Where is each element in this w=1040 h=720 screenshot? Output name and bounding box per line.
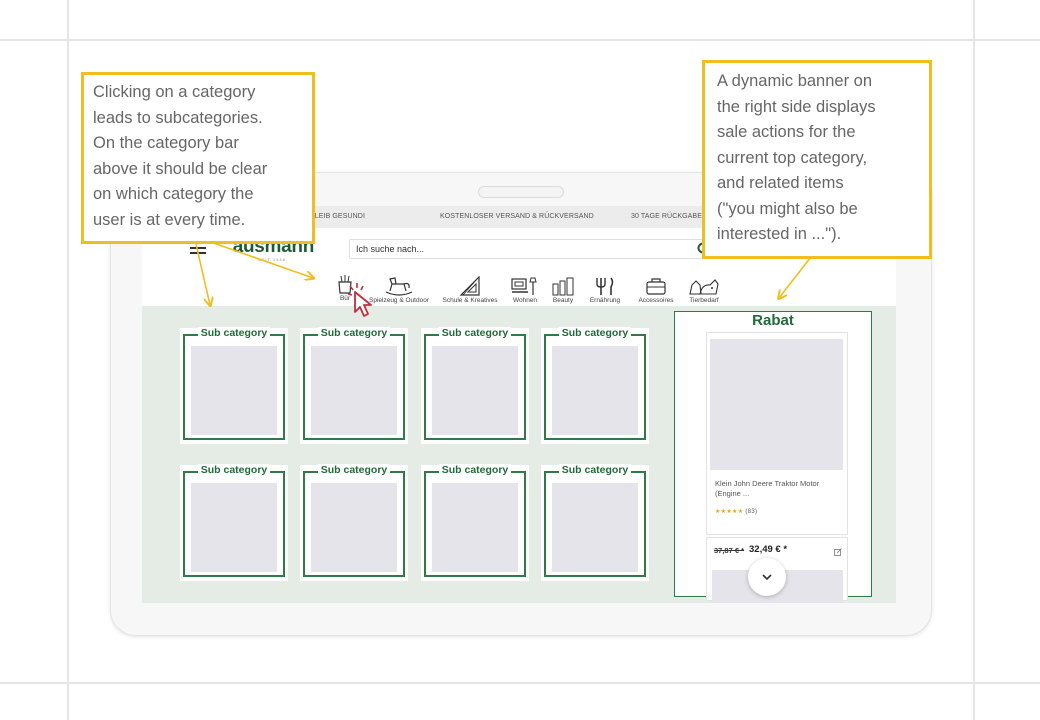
category-wohnen[interactable]: Wohnen <box>508 276 542 304</box>
note-line: On the category bar <box>93 134 239 152</box>
note-line: Clicking on a category <box>93 83 256 101</box>
note-line: leads to subcategories. <box>93 108 263 127</box>
subcategory-image <box>432 483 518 572</box>
fork-knife-icon <box>596 277 614 295</box>
promo-left: BLEIB GESUNDI <box>310 213 365 220</box>
cursor-click-icon <box>347 283 372 317</box>
scroll-down-button[interactable] <box>748 558 786 596</box>
note-line: current top category, <box>717 148 868 167</box>
subcategory-image <box>432 346 518 435</box>
subcategory-title: Sub category <box>438 327 512 339</box>
product-rating: ★★★★★ (83) <box>715 508 757 515</box>
note-line: user is at every time. <box>93 210 246 229</box>
cosmetics-icon <box>552 277 574 296</box>
subcategory-title: Sub category <box>317 464 391 476</box>
category-beauty[interactable]: Beauty <box>550 276 576 304</box>
product-image <box>710 339 843 470</box>
subcategory-title: Sub category <box>558 327 632 339</box>
subcategory-image <box>552 346 638 435</box>
search-box <box>349 239 711 259</box>
note-line: the right side displays <box>717 97 876 116</box>
category-tierbedarf[interactable]: Tierbedarf <box>686 276 722 304</box>
review-count: (83) <box>745 509 758 515</box>
product-name[interactable]: Klein John Deere Traktor Motor (Engine .… <box>715 479 839 498</box>
price-new: 32,49 € * <box>749 544 788 555</box>
rating-stars: ★★★★★ <box>715 509 744 515</box>
note-line: above it should be clear <box>93 159 268 178</box>
category-label: Wohnen <box>512 297 538 304</box>
rabat-title: Rabat <box>752 312 794 329</box>
category-label: Ernährung <box>589 297 621 304</box>
pets-icon <box>689 279 719 295</box>
chevron-down-icon <box>762 574 772 581</box>
subcategory-tile[interactable]: Sub category <box>421 327 529 444</box>
subcategory-image <box>191 483 277 572</box>
promo-right: 30 TAGE RÜCKGABER <box>631 213 708 220</box>
subcategory-title: Sub category <box>197 464 271 476</box>
note-line: A dynamic banner on <box>717 72 873 90</box>
external-link-icon[interactable] <box>834 548 842 556</box>
bag-icon <box>646 278 666 295</box>
search-input[interactable] <box>354 243 678 255</box>
subcategory-tile[interactable]: Sub category <box>180 327 288 444</box>
subcategory-image <box>191 346 277 435</box>
annotation-note-left: Clicking on a category leads to subcateg… <box>81 72 315 244</box>
subcategory-image <box>311 346 397 435</box>
note-line: interested in ..."). <box>717 225 842 243</box>
page-gridline-v1 <box>67 0 69 720</box>
subcategory-image <box>552 483 638 572</box>
furniture-icon <box>511 277 537 295</box>
rocking-horse-icon <box>385 277 413 296</box>
subcategory-tile[interactable]: Sub category <box>180 464 288 581</box>
subcategory-image <box>311 483 397 572</box>
tablet-camera <box>478 186 564 198</box>
promo-middle: KOSTENLOSER VERSAND & RÜCKVERSAND <box>440 213 594 220</box>
note-line: on which category the <box>93 185 254 203</box>
price-old: 37,87 € * <box>714 546 745 555</box>
subcategory-tile[interactable]: Sub category <box>300 464 408 581</box>
page-gridline-h2 <box>0 682 1040 684</box>
category-schule[interactable]: Schule & Kreatives <box>442 276 498 304</box>
category-label: Tierbedarf <box>689 297 719 304</box>
subcategory-tile[interactable]: Sub category <box>541 464 649 581</box>
product-card[interactable]: Klein John Deere Traktor Motor (Engine .… <box>706 332 848 535</box>
note-line: ("you might also be <box>717 199 858 218</box>
category-ernaehrung[interactable]: Ernährung <box>586 276 624 304</box>
subcategory-title: Sub category <box>558 464 632 476</box>
note-line: and related items <box>717 174 844 192</box>
logo-subtitle: SEIT 1946 <box>258 257 286 262</box>
category-label: Accessoires <box>638 297 674 304</box>
tablet-screen: BLEIB GESUNDI KOSTENLOSER VERSAND & RÜCK… <box>142 206 896 603</box>
subcategory-tile[interactable]: Sub category <box>300 327 408 444</box>
subcategory-tile[interactable]: Sub category <box>421 464 529 581</box>
category-accessoires[interactable]: Accessoires <box>636 276 676 304</box>
category-label: Schule & Kreatives <box>442 297 498 304</box>
category-label: Beauty <box>552 297 574 304</box>
note-line: sale actions for the <box>717 123 856 141</box>
page-gridline-v2 <box>973 0 975 720</box>
subcategory-tile[interactable]: Sub category <box>541 327 649 444</box>
subcategory-title: Sub category <box>317 327 391 339</box>
set-square-icon <box>459 276 480 296</box>
subcategory-title: Sub category <box>438 464 512 476</box>
subcategory-title: Sub category <box>197 327 271 339</box>
annotation-note-right: A dynamic banner on the right side displ… <box>702 60 932 259</box>
page-gridline-h1 <box>0 39 1040 41</box>
rabat-banner: Rabat Klein John Deere Traktor Motor (En… <box>674 311 872 603</box>
